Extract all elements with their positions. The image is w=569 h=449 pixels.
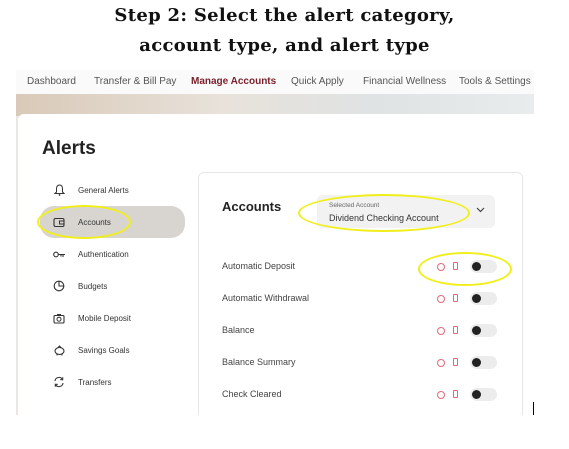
alert-row-balance-summary: Balance Summary <box>222 353 512 373</box>
alert-label: Balance Summary <box>222 357 296 367</box>
top-nav: Dashboard Transfer & Bill Pay Manage Acc… <box>16 70 534 95</box>
key-icon <box>52 247 66 261</box>
alert-label: Balance <box>222 325 255 335</box>
bell-icon <box>52 183 66 197</box>
sidebar-item-savings-goals[interactable]: Savings Goals <box>40 336 185 364</box>
highlight-account-select <box>298 194 470 232</box>
alert-toggle[interactable] <box>470 388 497 401</box>
highlight-alert-toggle <box>418 252 512 286</box>
sidebar-item-label: Savings Goals <box>78 345 130 355</box>
alert-label: Automatic Deposit <box>222 261 296 271</box>
alert-row-automatic-withdrawal: Automatic Withdrawal <box>222 289 512 309</box>
nav-item-transfer-bill-pay[interactable]: Transfer & Bill Pay <box>94 76 176 87</box>
camera-icon <box>52 311 66 325</box>
alert-row-balance: Balance <box>222 321 512 341</box>
sidebar-item-mobile-deposit[interactable]: Mobile Deposit <box>40 304 185 332</box>
toggle-knob <box>472 294 481 303</box>
pie-chart-icon <box>52 279 66 293</box>
alert-toggle[interactable] <box>470 356 497 369</box>
header-banner <box>16 94 534 116</box>
panel-title: Accounts <box>222 199 282 214</box>
email-channel-icon <box>437 327 445 335</box>
sidebar-item-general-alerts[interactable]: General Alerts <box>40 176 185 204</box>
nav-item-manage-accounts[interactable]: Manage Accounts <box>191 76 276 87</box>
toggle-knob <box>472 326 481 335</box>
sidebar-item-label: Mobile Deposit <box>78 313 131 323</box>
sidebar-item-authentication[interactable]: Authentication <box>40 240 185 268</box>
toggle-knob <box>472 390 481 399</box>
step-heading-line1: Step 2: Select the alert category, <box>114 5 455 26</box>
alert-row-check-cleared: Check Cleared <box>222 385 512 405</box>
email-channel-icon <box>437 359 445 367</box>
sidebar-item-label: Authentication <box>78 249 129 259</box>
screenshot-frame: Dashboard Transfer & Bill Pay Manage Acc… <box>16 70 534 415</box>
email-channel-icon <box>437 295 445 303</box>
sidebar-item-label: Budgets <box>78 281 108 291</box>
sms-channel-icon <box>453 326 458 334</box>
alert-label: Automatic Withdrawal <box>222 293 310 303</box>
nav-item-tools-settings[interactable]: Tools & Settings <box>459 76 531 87</box>
nav-item-dashboard[interactable]: Dashboard <box>27 76 76 87</box>
alert-toggle[interactable] <box>470 324 497 337</box>
sms-channel-icon <box>453 294 458 302</box>
nav-item-quick-apply[interactable]: Quick Apply <box>291 76 344 87</box>
step-heading-line2: account type, and alert type <box>139 35 430 56</box>
alert-label: Check Cleared <box>222 389 282 399</box>
highlight-accounts-sidebar <box>37 205 131 239</box>
page-title: Alerts <box>42 138 96 159</box>
chevron-down-icon <box>476 205 485 215</box>
alert-toggle[interactable] <box>470 292 497 305</box>
sidebar-item-budgets[interactable]: Budgets <box>40 272 185 300</box>
email-channel-icon <box>437 391 445 399</box>
transfer-icon <box>52 375 66 389</box>
piggy-bank-icon <box>52 343 66 357</box>
nav-item-financial-wellness[interactable]: Financial Wellness <box>363 76 446 87</box>
sms-channel-icon <box>453 358 458 366</box>
sidebar-item-label: General Alerts <box>78 185 129 195</box>
sms-channel-icon <box>453 390 458 398</box>
text-cursor <box>533 402 534 415</box>
sidebar-item-label: Transfers <box>78 377 112 387</box>
sidebar-item-transfers[interactable]: Transfers <box>40 368 185 396</box>
toggle-knob <box>472 358 481 367</box>
